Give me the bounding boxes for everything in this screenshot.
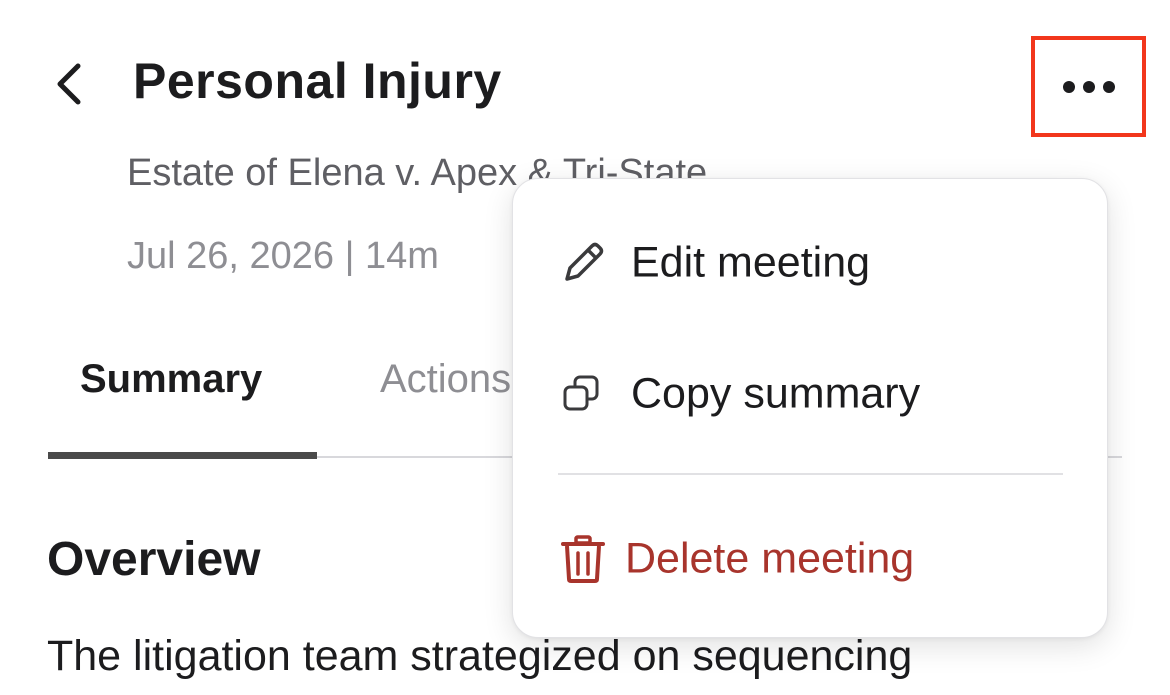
edit-meeting-menu-item[interactable]: Edit meeting (513, 208, 1107, 318)
meeting-detail-screen: Personal Injury Estate of Elena v. Apex … (0, 0, 1170, 695)
more-options-button[interactable] (1031, 36, 1146, 137)
tab-summary[interactable]: Summary (80, 357, 262, 402)
meeting-date-duration: Jul 26, 2026 | 14m (127, 235, 439, 277)
trash-icon (557, 533, 609, 585)
options-menu: Edit meeting Copy summary Delete meeting (512, 178, 1108, 638)
edit-meeting-label: Edit meeting (631, 238, 871, 287)
copy-summary-menu-item[interactable]: Copy summary (513, 339, 1107, 449)
copy-icon (557, 368, 609, 420)
active-tab-indicator (48, 452, 317, 459)
overview-text: The litigation team strategized on seque… (47, 632, 913, 680)
delete-meeting-label: Delete meeting (625, 534, 915, 583)
back-button[interactable] (44, 56, 94, 112)
tab-actions[interactable]: Actions (380, 357, 511, 402)
section-heading-overview: Overview (47, 533, 261, 586)
copy-summary-label: Copy summary (631, 369, 921, 418)
pencil-icon (557, 237, 609, 289)
menu-divider (558, 473, 1063, 475)
page-title: Personal Injury (133, 53, 502, 109)
delete-meeting-menu-item[interactable]: Delete meeting (513, 504, 1107, 614)
ellipsis-icon (1062, 80, 1115, 93)
chevron-left-icon (57, 63, 81, 105)
